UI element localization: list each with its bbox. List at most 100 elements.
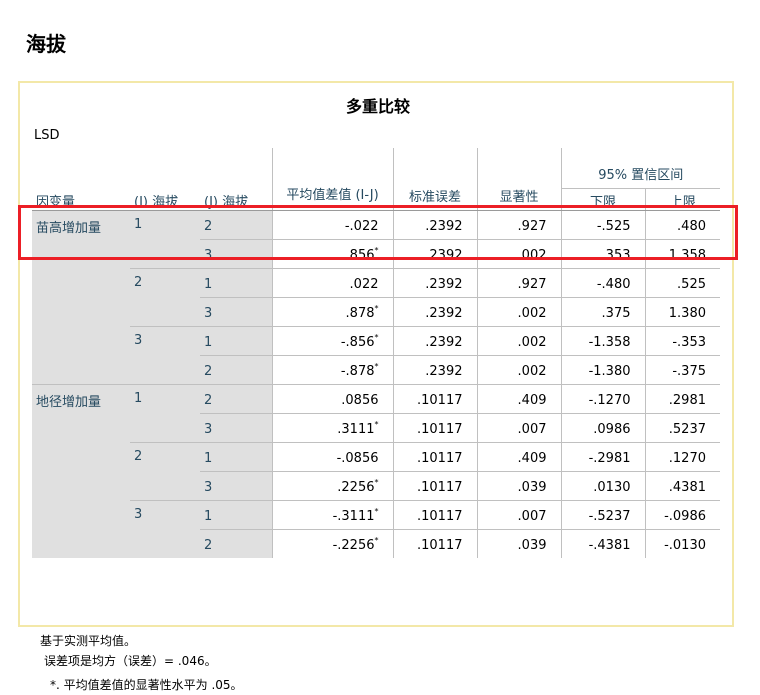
cell-std-err: .10117: [393, 499, 478, 529]
cell-j: 1: [200, 441, 273, 471]
cell-j: 2: [200, 528, 273, 558]
cell-upper: -.353: [645, 325, 720, 355]
page-title: 海拔: [26, 32, 66, 56]
cell-sig: .002: [477, 296, 562, 326]
footnotes: 基于实测平均值。 误差项是均方（误差）= .046。 *. 平均值差值的显著性水…: [40, 631, 243, 695]
table-row: 2 1 .022 .2392.927 -.480.525: [32, 267, 720, 326]
cell-sig: .039: [477, 470, 562, 500]
significance-star: *: [374, 361, 379, 371]
cell-upper: .4381: [645, 470, 720, 500]
cell-sig: .007: [477, 412, 562, 442]
mean-diff-value: -.878: [340, 363, 375, 379]
cell-lower: -.4381: [561, 528, 646, 558]
cell-dependent: 地径增加量: [32, 383, 130, 558]
cell-sig: .002: [477, 354, 562, 384]
table-title: 多重比较: [345, 97, 410, 116]
cell-upper: 1.380: [645, 296, 720, 326]
mean-diff-value: .3111: [337, 421, 375, 437]
mean-diff-value: -.0856: [336, 450, 379, 466]
cell-upper: -.0130: [645, 528, 720, 558]
cell-upper: -.0986: [645, 499, 720, 529]
cell-j: 3: [200, 470, 273, 500]
table-row: 2 1 -.0856 .10117.409 -.2981.1270: [32, 441, 720, 500]
cell-std-err: .2392: [393, 325, 478, 355]
cell-lower: -.480: [561, 267, 646, 297]
cell-std-err: .2392: [393, 354, 478, 384]
cell-sig: .409: [477, 383, 562, 413]
cell-lower: .0130: [561, 470, 646, 500]
footnote-error-term: 误差项是均方（误差）= .046。: [44, 654, 217, 668]
cell-j: 1: [200, 499, 273, 529]
cell-mean-diff: -.2256*: [272, 528, 394, 558]
cell-j: 1: [200, 325, 273, 355]
cell-std-err: .2392: [393, 267, 478, 297]
cell-upper: -.375: [645, 354, 720, 384]
significance-star: *: [374, 332, 379, 342]
cell-mean-diff: -.856*: [272, 325, 394, 355]
mean-diff-value: -.856: [340, 334, 375, 350]
method-label: LSD: [34, 128, 60, 143]
output-table-frame: 多重比较 LSD 平均值差值 (I-J) 标准误差 显著性 95% 置信区间 因…: [18, 81, 734, 692]
cell-sig: .409: [477, 441, 562, 471]
header-std-err: 标准误差: [393, 148, 478, 211]
cell-lower: -.1270: [561, 383, 646, 413]
cell-mean-diff: -.3111*: [272, 499, 394, 529]
cell-sig: .007: [477, 499, 562, 529]
significance-star: *: [374, 419, 379, 429]
cell-i: 3: [130, 325, 200, 384]
table-row: 3 1 -.3111* .10117.007 -.5237 -.0986: [32, 499, 720, 558]
cell-lower: -1.358: [561, 325, 646, 355]
cell-j: 2: [200, 354, 273, 384]
cell-lower: -.2981: [561, 441, 646, 471]
significance-star: *: [374, 506, 379, 516]
cell-i: 1: [130, 383, 200, 442]
cell-upper: .2981: [645, 383, 720, 413]
cell-upper: .1270: [645, 441, 720, 471]
cell-std-err: .10117: [393, 470, 478, 500]
header-spacer: [32, 148, 130, 188]
header-sig: 显著性: [477, 148, 562, 211]
highlight-box: [18, 205, 738, 260]
cell-std-err: .10117: [393, 528, 478, 558]
cell-i: 2: [130, 441, 200, 500]
cell-mean-diff: -.878*: [272, 354, 394, 384]
mean-diff-value: .2256: [337, 479, 375, 495]
significance-star: *: [374, 303, 379, 313]
table-row: 3 1 -.856* .2392.002 -1.358 -.353: [32, 325, 720, 384]
cell-lower: .375: [561, 296, 646, 326]
mean-diff-value: .0856: [341, 392, 379, 408]
cell-j: 2: [200, 383, 273, 413]
cell-mean-diff: -.0856: [272, 441, 394, 471]
header-mean-diff: 平均值差值 (I-J): [272, 148, 394, 211]
cell-i: 3: [130, 499, 200, 558]
significance-star: *: [374, 477, 379, 487]
cell-upper: .525: [645, 267, 720, 297]
cell-sig: .002: [477, 325, 562, 355]
cell-std-err: .10117: [393, 383, 478, 413]
table-row: 地径增加量 1 2.0856.10117.409 -.1270.2981: [32, 383, 720, 558]
mean-diff-value: .022: [349, 276, 379, 292]
cell-sig: .927: [477, 267, 562, 297]
cell-mean-diff: .0856: [272, 383, 394, 413]
cell-std-err: .2392: [393, 296, 478, 326]
cell-lower: -1.380: [561, 354, 646, 384]
cell-j: 3: [200, 412, 273, 442]
mean-diff-value: -.3111: [332, 508, 375, 524]
cell-lower: .0986: [561, 412, 646, 442]
cell-lower: -.5237: [561, 499, 646, 529]
cell-std-err: .10117: [393, 441, 478, 471]
footnote-basis: 基于实测平均值。: [40, 634, 137, 648]
footnote-significance: *. 平均值差值的显著性水平为 .05。: [50, 678, 243, 692]
cell-mean-diff: .3111*: [272, 412, 394, 442]
mean-diff-value: -.2256: [332, 538, 375, 553]
cell-mean-diff: .022: [272, 267, 394, 297]
cell-mean-diff: .2256*: [272, 470, 394, 500]
cell-i: 2: [130, 267, 200, 326]
cell-j: 1: [200, 267, 273, 297]
header-ci-group: 95% 置信区间: [561, 148, 720, 189]
cell-std-err: .10117: [393, 412, 478, 442]
significance-star: *: [374, 536, 379, 545]
mean-diff-value: .878: [345, 305, 375, 321]
cell-upper: .5237: [645, 412, 720, 442]
cell-mean-diff: .878*: [272, 296, 394, 326]
